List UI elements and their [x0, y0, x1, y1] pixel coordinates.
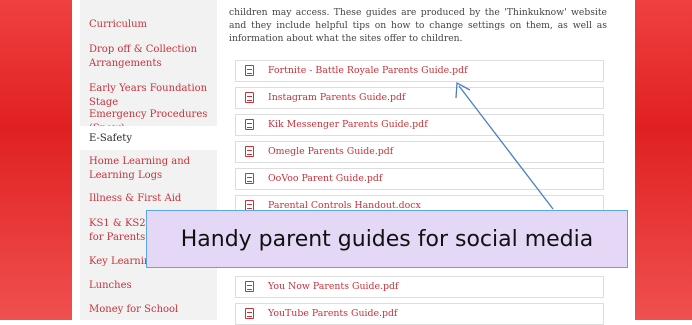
pdf-file-icon [245, 119, 254, 130]
pdf-file-icon [245, 173, 254, 184]
pdf-file-icon [245, 146, 254, 157]
pdf-file-icon [245, 92, 254, 103]
sidebar-item-home-learning[interactable]: Home Learning and Learning Logs [80, 155, 212, 183]
right-red-border [635, 0, 692, 320]
sidebar-item-esafety[interactable]: E-Safety [80, 126, 217, 150]
pdf-file-icon [245, 65, 254, 76]
pdf-file-icon [245, 281, 254, 292]
document-link[interactable]: Omegle Parents Guide.pdf [235, 141, 604, 163]
sidebar-item-lunches[interactable]: Lunches [80, 279, 217, 293]
document-link[interactable]: Instagram Parents Guide.pdf [235, 87, 604, 109]
document-link[interactable]: OoVoo Parent Guide.pdf [235, 168, 604, 190]
callout-annotation: Handy parent guides for social media [146, 210, 628, 268]
sidebar-item-illness[interactable]: Illness & First Aid [80, 192, 217, 206]
document-link[interactable]: You Now Parents Guide.pdf [235, 276, 604, 298]
page-content: Curriculum Drop off & Collection Arrange… [72, 0, 635, 325]
sidebar-item-curriculum[interactable]: Curriculum [80, 18, 217, 32]
document-link[interactable]: Kik Messenger Parents Guide.pdf [235, 114, 604, 136]
sidebar-item-eyfs[interactable]: Early Years Foundation Stage [80, 82, 217, 110]
pdf-file-icon [245, 308, 254, 319]
left-red-border [0, 0, 72, 320]
main-content: children may access. These guides are pr… [229, 0, 609, 325]
sidebar-item-money[interactable]: Money for School [80, 303, 217, 317]
document-link[interactable]: YouTube Parents Guide.pdf [235, 303, 604, 325]
callout-text: Handy parent guides for social media [180, 226, 594, 252]
sidebar-item-drop-off[interactable]: Drop off & Collection Arrangements [80, 43, 210, 71]
sidebar-nav: Curriculum Drop off & Collection Arrange… [80, 0, 217, 320]
intro-text: children may access. These guides are pr… [229, 7, 607, 44]
document-link[interactable]: Fortnite - Battle Royale Parents Guide.p… [235, 60, 604, 82]
